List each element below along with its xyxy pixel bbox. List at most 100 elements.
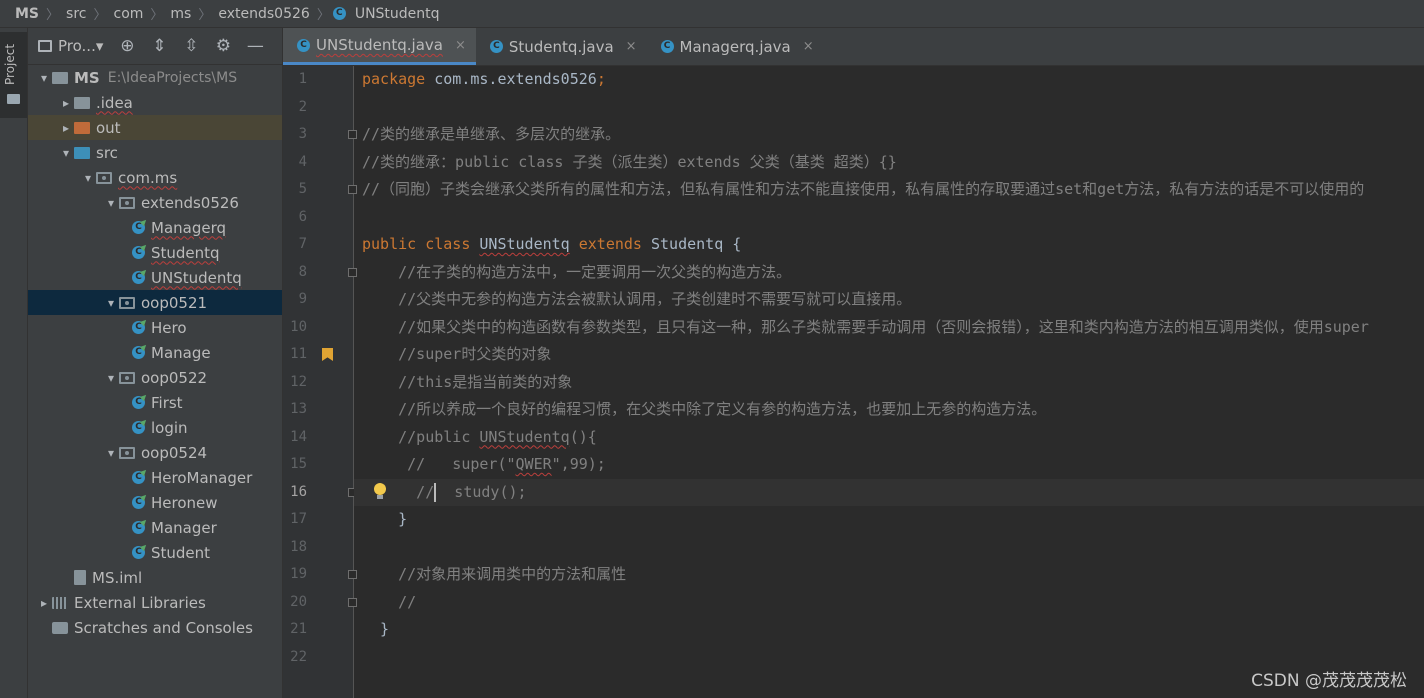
tree-item[interactable]: C Heronew — [28, 490, 282, 515]
collapse-all-icon[interactable]: ⇳ — [175, 36, 207, 56]
chevron-down-icon[interactable]: ▾ — [103, 446, 119, 460]
tree-item[interactable]: Scratches and Consoles — [28, 615, 282, 640]
tree-item[interactable]: ▾ oop0524 — [28, 440, 282, 465]
tree-item[interactable]: C Manage — [28, 340, 282, 365]
breadcrumb-item[interactable]: extends0526 — [214, 6, 313, 22]
chevron-down-icon[interactable]: ▾ — [58, 146, 74, 160]
class-icon: C — [132, 321, 145, 334]
close-icon[interactable]: × — [455, 38, 466, 53]
tree-item[interactable]: ▾ MS E:\IdeaProjects\MS — [28, 65, 282, 90]
locate-icon[interactable]: ⊕ — [111, 36, 143, 56]
tree-item[interactable]: ▸ out — [28, 115, 282, 140]
editor-tab[interactable]: C Studentq.java × — [476, 28, 647, 65]
tree-item[interactable]: MS.iml — [28, 565, 282, 590]
breadcrumb-item[interactable]: UNStudentq — [351, 6, 444, 22]
tree-item[interactable]: ▾ src — [28, 140, 282, 165]
tree-item-label: HeroManager — [151, 468, 253, 487]
code-line[interactable]: // study(); — [354, 478, 1424, 506]
code-line[interactable]: //类的继承：public class 子类（派生类）extends 父类（基类… — [354, 149, 1424, 177]
tree-item-label: External Libraries — [74, 593, 206, 612]
breadcrumb-item[interactable]: com — [110, 6, 148, 22]
code-line[interactable]: // — [354, 589, 1424, 617]
editor-tab-label: Studentq.java — [508, 37, 614, 56]
code-line[interactable]: //this是指当前类的对象 — [354, 369, 1424, 397]
close-icon[interactable]: × — [803, 39, 814, 54]
line-number: 19 — [290, 566, 307, 582]
code-line[interactable]: //对象用来调用类中的方法和属性 — [354, 561, 1424, 589]
tree-item[interactable]: C Student — [28, 540, 282, 565]
code-token: ; — [596, 70, 606, 88]
class-icon: C — [132, 496, 145, 509]
breadcrumb-item[interactable]: ms — [166, 6, 195, 22]
code-line[interactable]: //在子类的构造方法中，一定要调用一次父类的构造方法。 — [354, 259, 1424, 287]
project-view-icon — [38, 40, 52, 52]
code-token: UNStudentq — [479, 427, 570, 446]
editor-gutter: 1 2 3 4 5 6 7 8 9 10 11 12 13 14 15 16 17 18 19 20 21 22 — [283, 66, 357, 698]
gear-icon[interactable]: ⚙ — [207, 36, 239, 56]
tree-item[interactable]: C Studentq — [28, 240, 282, 265]
class-icon: C — [660, 40, 674, 53]
code-line[interactable] — [354, 204, 1424, 232]
chevron-down-icon[interactable]: ▾ — [103, 371, 119, 385]
editor-tab[interactable]: C Managerq.java × — [647, 28, 824, 65]
bookmark-icon[interactable] — [322, 348, 333, 361]
tree-item-label: Hero — [151, 318, 187, 337]
code-line[interactable]: //super时父类的对象 — [354, 341, 1424, 369]
code-line[interactable]: //（同胞）子类会继承父类所有的属性和方法，但私有属性和方法不能直接使用，私有属… — [354, 176, 1424, 204]
tree-item[interactable]: ▸ External Libraries — [28, 590, 282, 615]
chevron-down-icon[interactable]: ▾ — [103, 196, 119, 210]
tree-item[interactable]: C UNStudentq — [28, 265, 282, 290]
tree-item[interactable]: ▾ extends0526 — [28, 190, 282, 215]
code-token: //类的继承是单继承、多层次的继承。 — [362, 125, 621, 143]
code-line[interactable]: package com.ms.extends0526; — [354, 66, 1424, 94]
code-line[interactable]: public class UNStudentq extends Studentq… — [354, 231, 1424, 259]
breadcrumb-item[interactable]: src — [62, 6, 90, 22]
tree-item[interactable]: ▾ com.ms — [28, 165, 282, 190]
folder-icon — [74, 96, 90, 109]
editor-tab[interactable]: C UNStudentq.java × — [283, 28, 476, 65]
chevron-down-icon[interactable]: ▾ — [103, 296, 119, 310]
tree-item[interactable]: C Hero — [28, 315, 282, 340]
expand-all-icon[interactable]: ⇕ — [143, 36, 175, 56]
source-folder-icon — [74, 146, 90, 159]
line-number: 12 — [290, 373, 307, 390]
code-line[interactable] — [354, 534, 1424, 562]
code-line[interactable]: // super("QWER",99); — [354, 451, 1424, 479]
chevron-down-icon[interactable]: ▾ — [36, 71, 52, 85]
class-icon: C — [132, 346, 145, 359]
tree-item[interactable]: C HeroManager — [28, 465, 282, 490]
chevron-down-icon[interactable]: ▾ — [80, 171, 96, 185]
code-token: (){ — [569, 427, 597, 446]
minimize-icon[interactable]: — — [239, 36, 271, 56]
library-icon — [52, 596, 68, 609]
project-view-selector[interactable]: Pro...▾ — [58, 37, 103, 55]
chevron-right-icon[interactable]: ▸ — [36, 596, 52, 610]
code-line[interactable] — [354, 94, 1424, 122]
file-icon — [74, 570, 86, 585]
close-icon[interactable]: × — [626, 39, 637, 54]
tree-item[interactable]: C Managerq — [28, 215, 282, 240]
tree-item[interactable]: ▸ .idea — [28, 90, 282, 115]
tree-item[interactable]: C First — [28, 390, 282, 415]
code-line[interactable]: //父类中无参的构造方法会被默认调用，子类创建时不需要写就可以直接用。 — [354, 286, 1424, 314]
code-line[interactable]: //public UNStudentq(){ — [354, 424, 1424, 452]
tree-item[interactable]: Clogin — [28, 415, 282, 440]
editor-tab-label: Managerq.java — [679, 37, 791, 56]
code-editor[interactable]: package com.ms.extends0526; //类的继承是单继承、多层… — [354, 66, 1424, 698]
tree-item[interactable]: ▾ oop0522 — [28, 365, 282, 390]
code-line[interactable]: //类的继承是单继承、多层次的继承。 — [354, 121, 1424, 149]
code-line[interactable]: //如果父类中的构造函数有参数类型，且只有这一种，那么子类就需要手动调用（否则会… — [354, 314, 1424, 342]
code-line[interactable]: } — [354, 616, 1424, 644]
tree-item[interactable]: ▾ oop0521 — [28, 290, 282, 315]
line-number: 21 — [290, 621, 307, 637]
line-number: 11 — [290, 346, 307, 362]
code-line[interactable]: //所以养成一个良好的编程习惯，在父类中除了定义有参的构造方法，也要加上无参的构… — [354, 396, 1424, 424]
tree-item[interactable]: C Manager — [28, 515, 282, 540]
code-line[interactable]: } — [354, 506, 1424, 534]
lightbulb-icon[interactable] — [374, 482, 386, 499]
project-tool-tab[interactable]: Project — [0, 32, 27, 118]
chevron-right-icon[interactable]: ▸ — [58, 96, 74, 110]
chevron-right-icon[interactable]: ▸ — [58, 121, 74, 135]
breadcrumb-item[interactable]: MS — [0, 6, 43, 22]
project-tool-tab-label: Project — [3, 43, 17, 85]
